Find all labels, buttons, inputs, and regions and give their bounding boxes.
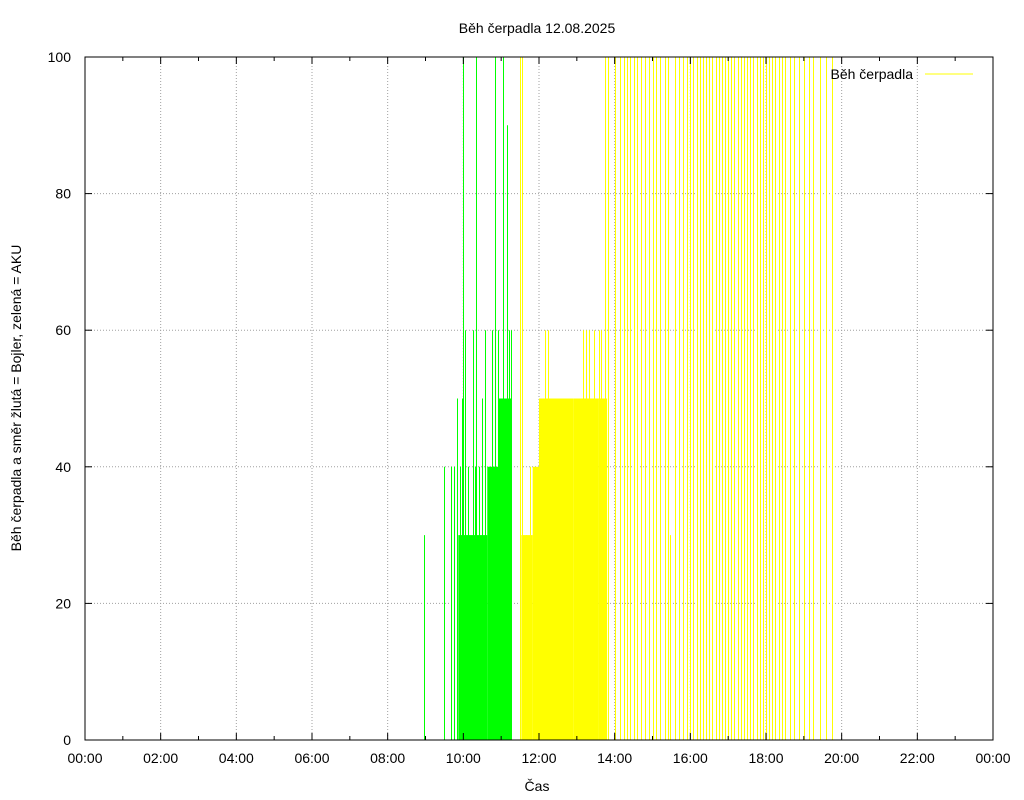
x-tick-label: 06:00 [294,750,329,766]
y-tick-label: 80 [55,186,71,202]
x-tick-label: 00:00 [67,750,102,766]
y-axis-label: Běh čerpadla a směr žlutá = Bojler, zele… [8,245,24,552]
y-tick-label: 100 [48,49,72,65]
x-tick-label: 04:00 [219,750,254,766]
y-tick-label: 60 [55,322,71,338]
legend: Běh čerpadla [830,66,973,82]
x-tick-label: 18:00 [748,750,783,766]
series-0-fill [532,466,539,740]
y-tick-label: 20 [55,595,71,611]
x-tick-label: 22:00 [900,750,935,766]
chart: 00:00 02:00 04:00 06:00 08:00 10:00 12:00 14:00… [8,20,1011,794]
legend-label: Běh čerpadla [830,66,913,82]
chart-title: Běh čerpadla 12.08.2025 [459,20,616,36]
x-tick-label: 00:00 [975,750,1010,766]
data-spikes [424,57,833,740]
x-tick-label: 20:00 [824,750,859,766]
x-tick-label: 16:00 [673,750,708,766]
x-axis-label: Čas [525,778,550,794]
x-tick-label: 02:00 [143,750,178,766]
x-tick-label: 10:00 [446,750,481,766]
x-tick-label: 08:00 [370,750,405,766]
x-tick-label: 14:00 [597,750,632,766]
x-tick-label: 12:00 [521,750,556,766]
y-tick-label: 0 [63,732,71,748]
data-areas [458,398,608,740]
series-0-fill [539,398,574,740]
y-tick-label: 40 [55,459,71,475]
